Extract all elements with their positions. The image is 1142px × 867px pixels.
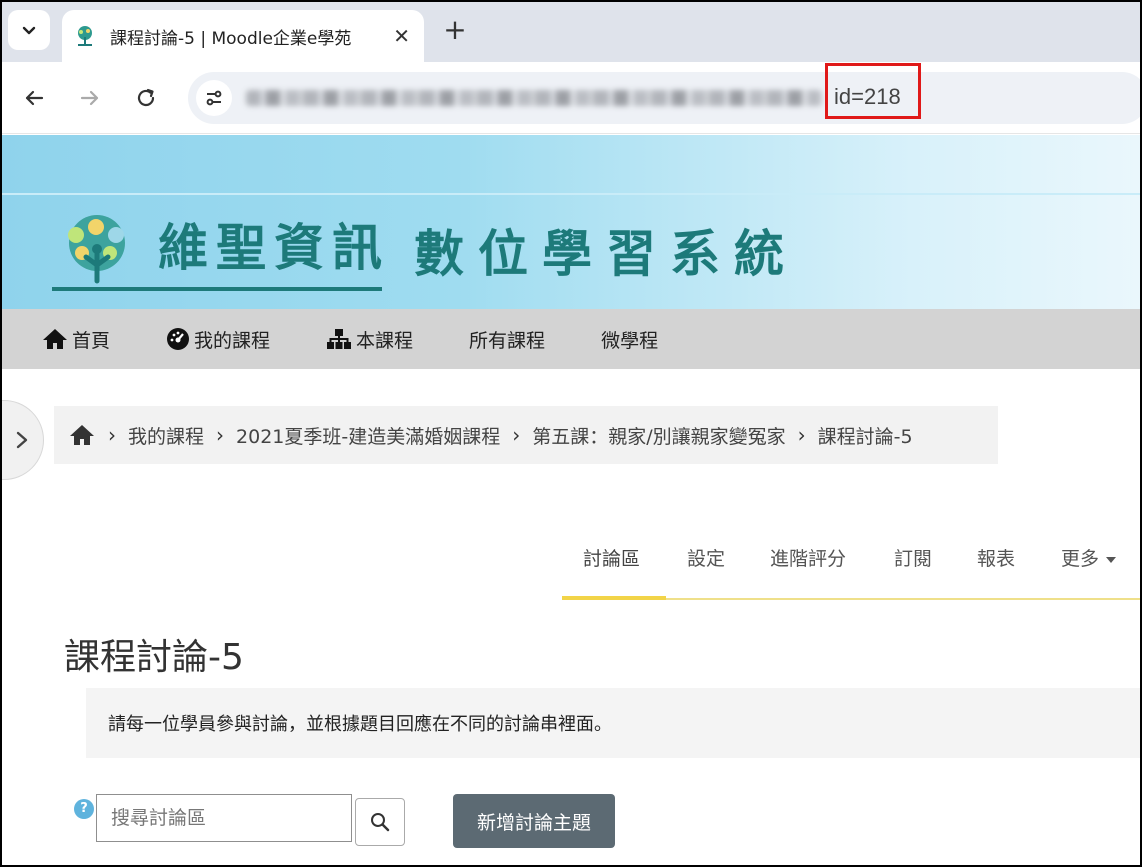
arrow-left-icon xyxy=(25,90,44,106)
home-icon[interactable] xyxy=(68,423,96,447)
add-discussion-button[interactable]: 新增討論主題 xyxy=(453,794,615,848)
breadcrumb-my-courses[interactable]: 我的課程 xyxy=(128,422,204,449)
page-title: 課程討論-5 xyxy=(64,637,244,678)
nav-this-course[interactable]: 本課程 xyxy=(326,326,413,353)
nav-home[interactable]: 首頁 xyxy=(42,326,110,353)
site-info-button[interactable] xyxy=(196,80,232,116)
url-highlight-box xyxy=(825,63,921,119)
breadcrumb-section[interactable]: 第五課：親家/別讓親家變冤家 xyxy=(532,422,785,449)
reload-icon xyxy=(137,88,155,107)
tab-settings[interactable]: 設定 xyxy=(687,544,725,571)
close-tab-icon[interactable]: ✕ xyxy=(393,26,410,46)
search-button[interactable] xyxy=(355,798,405,846)
nav-home-label: 首頁 xyxy=(72,329,111,352)
breadcrumb-separator: › xyxy=(512,423,521,447)
banner-stripe xyxy=(2,193,1140,195)
tab-search-button[interactable] xyxy=(8,10,50,50)
tab-reports[interactable]: 報表 xyxy=(977,544,1015,571)
browser-tab-strip: 課程討論-5 | Moodle企業e學苑 ✕ + xyxy=(2,2,1140,62)
sitemap-icon xyxy=(327,329,352,349)
tab-more[interactable]: 更多 xyxy=(1061,544,1117,571)
tab-forum[interactable]: 討論區 xyxy=(583,544,640,571)
forum-intro: 請每一位學員參與討論，並根據題目回應在不同的討論串裡面。 xyxy=(86,688,1140,758)
nav-micro-programs-label: 微學程 xyxy=(601,329,659,352)
blurred-url xyxy=(246,90,822,106)
arrow-right-icon xyxy=(80,90,99,106)
nav-all-courses[interactable]: 所有課程 xyxy=(469,326,545,353)
nav-this-course-label: 本課程 xyxy=(356,329,414,352)
screenshot-frame: 課程討論-5 | Moodle企業e學苑 ✕ + id=218 維聖資訊 數位學… xyxy=(0,0,1142,867)
active-tab-indicator xyxy=(562,596,666,600)
nav-my-courses-label: 我的課程 xyxy=(194,329,271,352)
tree-favicon-icon xyxy=(78,26,92,46)
browser-toolbar: id=218 xyxy=(2,62,1140,134)
breadcrumb-separator: › xyxy=(216,423,225,447)
breadcrumb-current[interactable]: 課程討論-5 xyxy=(818,422,913,449)
reload-button[interactable] xyxy=(128,80,164,116)
breadcrumb: › 我的課程 › 2021夏季班-建造美滿婚姻課程 › 第五課：親家/別讓親家變… xyxy=(54,406,998,464)
nav-my-courses[interactable]: 我的課程 xyxy=(166,326,270,353)
tune-icon xyxy=(206,90,222,106)
nav-all-courses-label: 所有課程 xyxy=(469,329,546,352)
nav-micro-programs[interactable]: 微學程 xyxy=(601,326,658,353)
secondary-navigation: 討論區 設定 進階評分 訂閱 報表 更多 xyxy=(562,534,1140,600)
drawer-toggle-button[interactable] xyxy=(2,400,44,480)
chevron-right-icon xyxy=(16,431,28,449)
home-icon xyxy=(43,329,67,349)
help-icon[interactable]: ? xyxy=(74,799,94,819)
site-banner: 維聖資訊 數位學習系統 xyxy=(2,135,1140,309)
address-bar[interactable]: id=218 xyxy=(188,72,1140,124)
search-forum-input[interactable] xyxy=(96,794,352,842)
brand-name: 維聖資訊 xyxy=(158,218,390,277)
tab-subscriptions[interactable]: 訂閱 xyxy=(894,544,932,571)
new-tab-button[interactable]: + xyxy=(440,14,470,48)
caret-down-icon xyxy=(1106,556,1117,563)
tab-title: 課程討論-5 | Moodle企業e學苑 xyxy=(110,28,352,49)
forward-button[interactable] xyxy=(72,80,108,116)
dashboard-icon xyxy=(167,328,190,350)
search-icon xyxy=(371,813,390,832)
tab-more-label: 更多 xyxy=(1061,548,1100,570)
browser-tab-active[interactable]: 課程討論-5 | Moodle企業e學苑 ✕ xyxy=(62,10,424,62)
brand-tagline: 數位學習系統 xyxy=(414,224,798,283)
primary-navigation: 首頁 我的課程 本課程 所有課程 微學程 xyxy=(2,309,1140,369)
breadcrumb-separator: › xyxy=(108,423,116,447)
chevron-down-icon xyxy=(22,26,36,35)
tree-logo-icon xyxy=(68,215,125,284)
brand-underline xyxy=(52,287,382,291)
breadcrumb-separator: › xyxy=(797,423,806,447)
back-button[interactable] xyxy=(16,80,52,116)
tab-advanced-grading[interactable]: 進階評分 xyxy=(770,544,846,571)
breadcrumb-course[interactable]: 2021夏季班-建造美滿婚姻課程 xyxy=(236,422,500,449)
